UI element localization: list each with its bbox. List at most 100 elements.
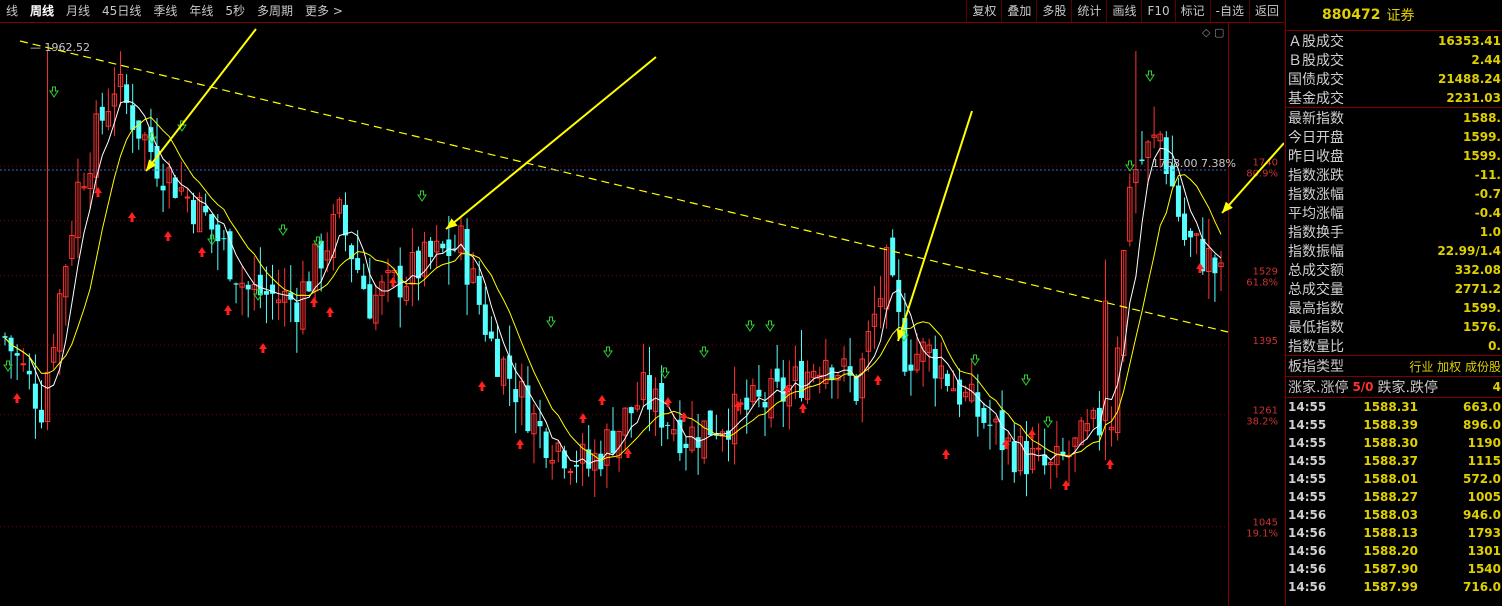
tick-volume: 663.0 (1463, 400, 1501, 414)
candle-body (245, 284, 251, 290)
candle-body (306, 281, 312, 292)
candle-body (896, 279, 902, 312)
buy-signal-arrow (389, 277, 397, 287)
tick-volume: 1793 (1467, 526, 1501, 540)
stat-label: 指数涨幅 (1288, 186, 1344, 203)
stat-label: 总成交额 (1288, 262, 1344, 279)
candle-body (397, 265, 403, 298)
stat-value: 1576. (1463, 319, 1501, 334)
tick-price: 1588.39 (1363, 418, 1418, 432)
tick-row: 14:55 1588.30 1190 (1286, 434, 1502, 452)
candle-body (172, 177, 178, 198)
stat-label: 总成交量 (1288, 281, 1344, 298)
stat-value: 16353.41 (1437, 33, 1501, 48)
sell-signal-arrow (1021, 374, 1031, 386)
chart-corner-icons[interactable]: ◇ ▢ (1202, 26, 1224, 39)
candle-body (507, 355, 513, 379)
tool-button[interactable]: 统计 (1071, 0, 1106, 22)
buy-signal-arrow (478, 381, 486, 391)
candle-body (440, 243, 446, 249)
candle-body (944, 373, 950, 386)
sell-signal-arrow (660, 367, 670, 379)
tool-buttons: 复权 叠加 多股 统计 画线 F10 标记 -自选 返回 (966, 0, 1284, 22)
candle-body (610, 430, 616, 454)
candle-body (38, 409, 44, 423)
candle-body (829, 367, 835, 381)
tick-time: 14:55 (1288, 436, 1327, 450)
stat-label: 基金成交 (1288, 90, 1344, 107)
kline-chart[interactable]: 174080.9%152961.8%1395126138.2%104519.1%… (0, 23, 1284, 606)
tick-volume: 946.0 (1463, 508, 1501, 522)
candle-body (130, 105, 136, 130)
tick-list[interactable]: 14:55 1588.31 663.0 14:55 1588.39 896.0 14:55 1… (1286, 398, 1502, 596)
candle-body (476, 275, 482, 305)
tool-button[interactable]: 复权 (966, 0, 1001, 22)
down-value: 4 (1492, 380, 1501, 394)
candle-body (957, 379, 963, 405)
period-tab[interactable]: 周线 (24, 0, 60, 22)
tool-button[interactable]: 多股 (1036, 0, 1071, 22)
period-tab[interactable]: 月线 (60, 0, 96, 22)
buy-signal-arrow (326, 307, 334, 317)
index-code: 880472 (1322, 7, 1381, 23)
axis-pct-label: 38.2% (1246, 417, 1278, 428)
index-info-panel: 880472 证券 Ａ股成交 16353.41 Ｂ股成交 2.44 国债成交 21488.… (1285, 0, 1502, 606)
trend-line (19, 40, 1229, 333)
sell-signal-arrow (699, 346, 709, 358)
candle-body (981, 408, 987, 423)
stat-value: 1599. (1463, 148, 1501, 163)
candle-body (124, 84, 130, 103)
stat-row: 平均涨幅 -0.4 (1286, 203, 1502, 222)
candle-body (853, 376, 859, 402)
stat-label: 指数换手 (1288, 224, 1344, 241)
stat-label: 指数量比 (1288, 338, 1344, 355)
tool-button[interactable]: F10 (1141, 0, 1174, 22)
tick-price: 1588.01 (1363, 472, 1418, 486)
tool-button[interactable]: 画线 (1106, 0, 1141, 22)
tick-time: 14:56 (1288, 562, 1327, 576)
period-tab[interactable]: 45日线 (96, 0, 147, 22)
kline-svg[interactable]: 174080.9%152961.8%1395126138.2%104519.1%… (0, 23, 1284, 606)
axis-price-label: 1261 (1253, 406, 1278, 417)
candle-body (2, 336, 8, 338)
period-tab[interactable]: 线 (0, 0, 24, 22)
tick-price: 1588.37 (1363, 454, 1418, 468)
candle-body (494, 338, 500, 377)
stat-row: Ａ股成交 16353.41 (1286, 31, 1502, 50)
buy-signal-arrow (516, 439, 524, 449)
axis-pct-label: 61.8% (1246, 278, 1278, 289)
sell-signal-arrow (603, 346, 613, 358)
buy-signal-arrow (94, 187, 102, 197)
buy-signal-arrow (799, 403, 807, 413)
buy-signal-arrow (128, 212, 136, 222)
period-tab[interactable]: 5秒 (219, 0, 251, 22)
candle-body (221, 238, 227, 240)
candle-body (257, 274, 263, 296)
period-tab[interactable]: 年线 (183, 0, 219, 22)
stat-row: 总成交额 332.08 (1286, 260, 1502, 279)
tick-volume: 716.0 (1463, 580, 1501, 594)
candle-body (932, 348, 938, 379)
stat-row: 今日开盘 1599. (1286, 127, 1502, 146)
stat-value: 332.08 (1454, 262, 1501, 277)
candle-body (987, 424, 993, 426)
stat-label: 昨日收盘 (1288, 148, 1344, 165)
candle-body (525, 385, 531, 432)
tool-button[interactable]: 返回 (1248, 0, 1284, 22)
candle-body (890, 237, 896, 276)
candle-body (659, 382, 665, 428)
stat-label: 最高指数 (1288, 300, 1344, 317)
period-tab[interactable]: 更多 > (299, 0, 349, 22)
tool-button[interactable]: 叠加 (1001, 0, 1036, 22)
period-tab[interactable]: 多周期 (251, 0, 299, 22)
candle-body (513, 389, 519, 403)
stat-row: 最高指数 1599. (1286, 298, 1502, 317)
buy-signal-arrow (664, 397, 672, 407)
tool-button[interactable]: -自选 (1209, 0, 1249, 22)
candle-body (1011, 441, 1017, 473)
candle-body (367, 284, 373, 319)
candle-body (184, 196, 191, 199)
stat-row: 指数量比 0. (1286, 336, 1502, 355)
period-tab[interactable]: 季线 (147, 0, 183, 22)
tool-button[interactable]: 标记 (1174, 0, 1210, 22)
